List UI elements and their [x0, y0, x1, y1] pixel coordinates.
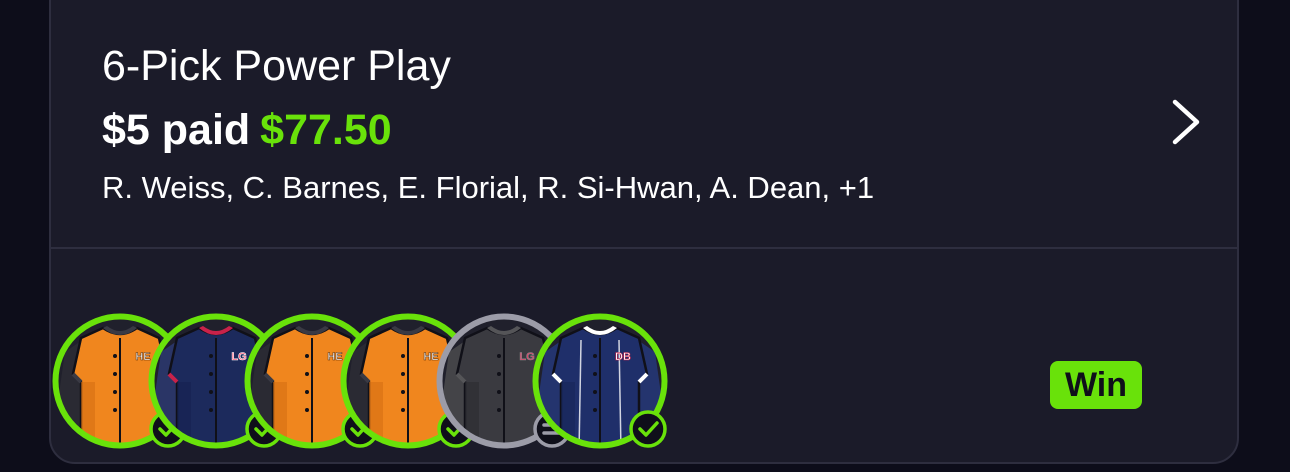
paid-amount: $5 paid — [102, 106, 251, 154]
check-circle-icon — [629, 410, 667, 448]
payout-amount: $77.50 — [260, 106, 392, 154]
svg-text:DB: DB — [615, 351, 631, 363]
divider — [51, 247, 1237, 249]
chevron-right-icon[interactable] — [1161, 96, 1211, 148]
paid-line: $5 paid $77.50 — [102, 102, 392, 158]
entry-header[interactable]: 6-Pick Power Play $5 paid $77.50 R. Weiss… — [51, 0, 1237, 248]
pick-avatar: DB — [531, 312, 669, 450]
entry-title: 6-Pick Power Play — [102, 42, 451, 90]
players-list: R. Weiss, C. Barnes, E. Florial, R. Si-H… — [102, 170, 875, 205]
pick-avatars: HE LG HE HE LG DB — [51, 312, 691, 460]
result-badge: Win — [1050, 361, 1142, 409]
